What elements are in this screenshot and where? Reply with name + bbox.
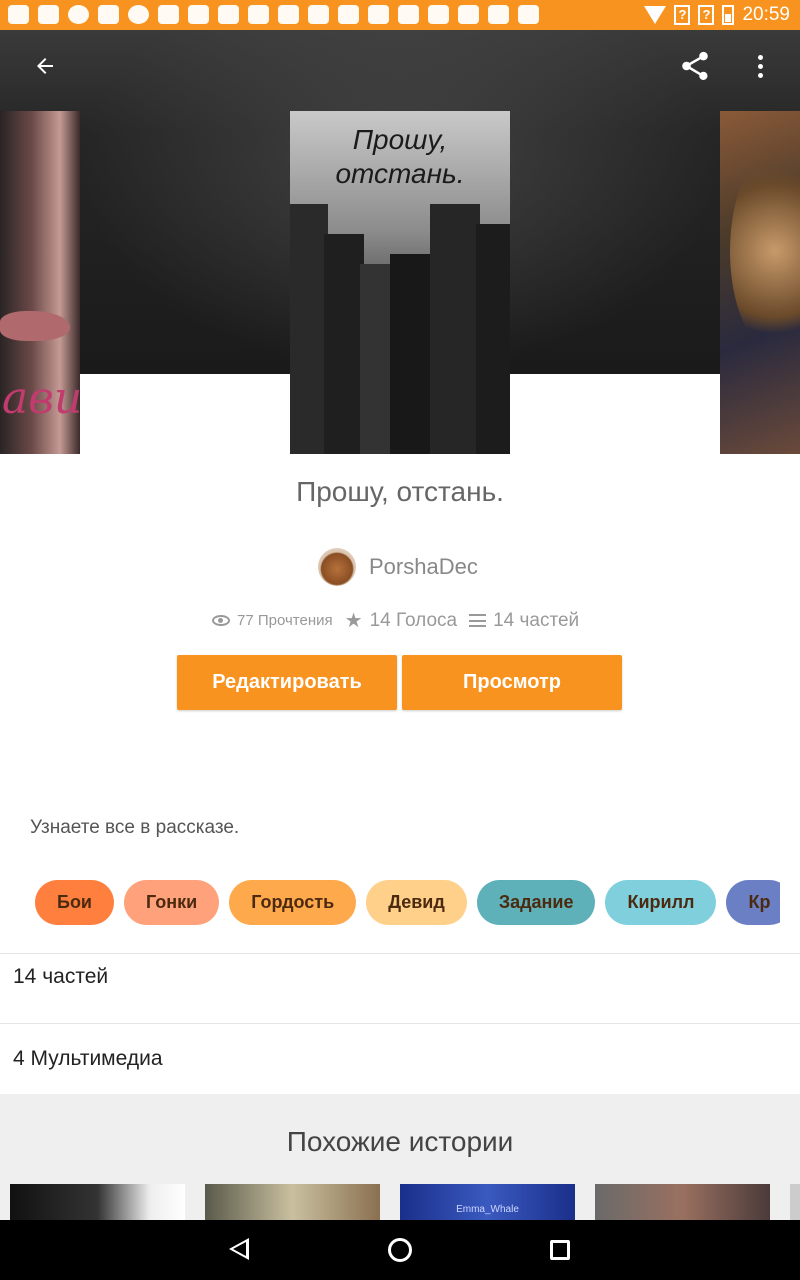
cover-title-line2: отстань. xyxy=(335,158,465,189)
youtube-icon xyxy=(518,5,539,24)
youtube-icon xyxy=(398,5,419,24)
game-icon xyxy=(68,5,89,24)
heart-icon xyxy=(308,5,329,24)
image-icon xyxy=(98,5,119,24)
list-icon xyxy=(469,614,487,627)
cover-art xyxy=(730,151,800,351)
no-sim-icon: ? xyxy=(674,5,691,25)
youtube-icon xyxy=(458,5,479,24)
antenna-icon xyxy=(38,5,59,24)
cover-building xyxy=(324,234,364,454)
avatar[interactable] xyxy=(318,548,356,586)
cover-building xyxy=(360,264,394,454)
system-nav-bar xyxy=(0,1220,800,1280)
similar-title: Похожие истории xyxy=(286,1126,514,1157)
more-vert-dot xyxy=(757,63,763,69)
similar-stories: Похожие истории Emma_Whale xyxy=(0,1094,800,1220)
story-stats: 77 Прочтения ★ 14 Голоса 14 частей xyxy=(212,608,591,633)
youtube-icon xyxy=(428,5,449,24)
clock: 20:59 xyxy=(742,4,790,25)
cover-next-story[interactable] xyxy=(720,111,800,454)
cover-building xyxy=(476,224,510,454)
youtube-icon xyxy=(338,5,359,24)
votes-stat: ★ 14 Голоса xyxy=(345,608,457,633)
cover-current-story[interactable]: Прошу, отстань. xyxy=(290,111,510,454)
similar-story-thumb[interactable] xyxy=(595,1184,770,1220)
youtube-icon xyxy=(488,5,509,24)
status-bar: ? ? 20:59 xyxy=(0,0,800,30)
battery-icon xyxy=(722,5,735,25)
car-icon xyxy=(188,5,209,24)
heart-icon xyxy=(248,5,269,24)
no-sim-icon: ? xyxy=(698,5,715,25)
heart-icon xyxy=(218,5,239,24)
tag-chip[interactable]: Бои xyxy=(35,880,114,925)
message-icon xyxy=(8,5,29,24)
nav-back-icon[interactable] xyxy=(229,1238,249,1260)
status-right: ? ? 20:59 xyxy=(644,4,790,26)
tag-list: Бои Гонки Гордость Девид Задание Кирилл … xyxy=(35,880,780,926)
cover-building xyxy=(430,204,480,454)
cover-building xyxy=(390,254,434,454)
tag-chip[interactable]: Гонки xyxy=(124,880,220,925)
similar-story-thumb[interactable] xyxy=(205,1184,380,1220)
divider xyxy=(0,1023,800,1024)
app-icon xyxy=(128,5,149,24)
parts-row[interactable]: 14 частей xyxy=(13,965,108,989)
thumb-caption: Emma_Whale xyxy=(456,1204,519,1215)
cover-left-text: ави xyxy=(2,373,80,424)
nav-recent-icon[interactable] xyxy=(550,1240,570,1260)
nav-home-icon[interactable] xyxy=(388,1238,412,1262)
cover-art xyxy=(0,311,70,341)
notification-icons xyxy=(8,5,539,24)
story-description: Узнаете все в рассказе. xyxy=(30,817,240,838)
cover-previous-story[interactable]: ави xyxy=(0,111,80,454)
arrow-back-icon xyxy=(37,58,53,74)
parts-count: 14 частей xyxy=(493,609,580,631)
edit-button[interactable]: Редактировать xyxy=(177,655,397,710)
reads-count: 77 Прочтения xyxy=(237,612,333,629)
author-name[interactable]: PorshaDec xyxy=(369,554,478,580)
story-title: Прошу, отстань. xyxy=(296,476,504,507)
view-button[interactable]: Просмотр xyxy=(402,655,622,710)
more-vert-icon xyxy=(757,54,763,60)
tag-chip[interactable]: Девид xyxy=(366,880,467,925)
cover-building xyxy=(290,204,328,454)
youtube-icon xyxy=(368,5,389,24)
cover-title: Прошу, отстань. xyxy=(290,123,510,191)
similar-story-thumb[interactable]: Emma_Whale xyxy=(400,1184,575,1220)
back-button[interactable] xyxy=(25,46,65,86)
similar-story-thumb[interactable] xyxy=(10,1184,185,1220)
cover-title-line1: Прошу, xyxy=(352,124,448,155)
wifi-icon xyxy=(644,6,667,24)
star-icon: ★ xyxy=(344,610,363,632)
eye-icon xyxy=(212,615,230,626)
votes-count: 14 Голоса xyxy=(369,609,458,631)
more-vert-dot xyxy=(757,72,763,78)
parts-stat: 14 частей xyxy=(469,610,579,632)
tag-chip[interactable]: Кирилл xyxy=(605,880,717,925)
reads-stat: 77 Прочтения xyxy=(212,612,333,629)
tag-chip[interactable]: Гордость xyxy=(229,880,357,925)
tag-chip[interactable]: Кр xyxy=(726,880,780,925)
media-row[interactable]: 4 Мультимедиа xyxy=(13,1047,163,1071)
yandex-icon xyxy=(158,5,179,24)
similar-story-thumb[interactable] xyxy=(790,1184,800,1220)
author-link[interactable]: PorshaDec xyxy=(318,548,478,586)
share-button[interactable] xyxy=(675,46,715,86)
divider xyxy=(0,953,800,954)
tag-chip[interactable]: Задание xyxy=(476,880,596,925)
more-options-button[interactable] xyxy=(740,46,780,86)
share-icon xyxy=(682,51,708,81)
car-icon xyxy=(278,5,299,24)
